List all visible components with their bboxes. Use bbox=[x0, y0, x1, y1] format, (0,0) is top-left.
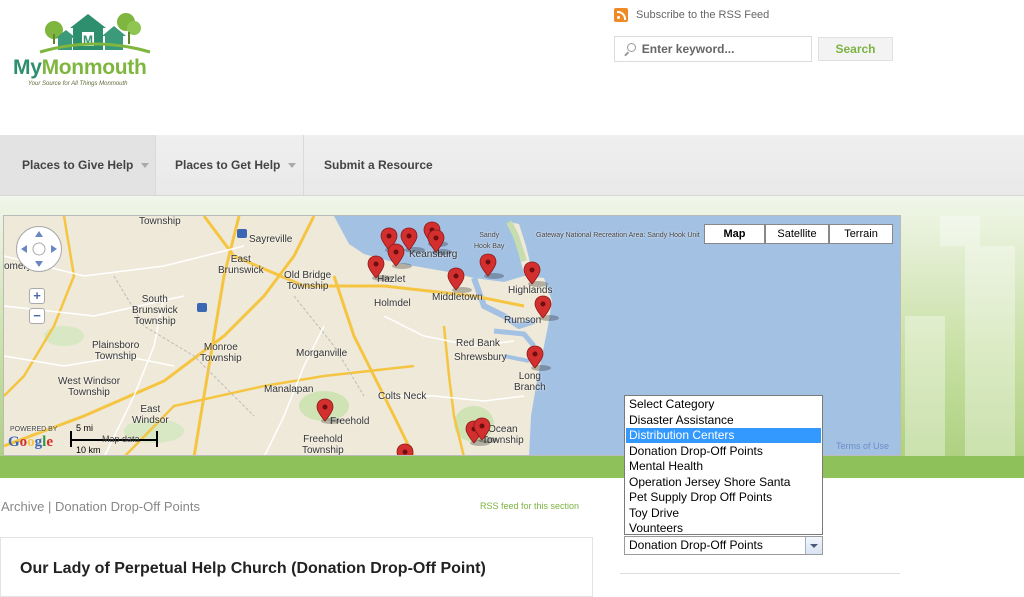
category-option-operation-jersey-shore-santa[interactable]: Operation Jersey Shore Santa bbox=[626, 475, 821, 490]
rss-icon bbox=[614, 8, 628, 22]
category-option-distribution-centers[interactable]: Distribution Centers bbox=[626, 428, 821, 444]
map-label: Keansburg bbox=[409, 249, 458, 260]
map-label: Highlands bbox=[508, 285, 553, 296]
nav-label: Places to Give Help bbox=[22, 158, 134, 172]
map-label: Middletown bbox=[432, 292, 483, 303]
google-logo: Google bbox=[8, 434, 54, 450]
map-terms-link[interactable]: Terms of Use bbox=[836, 441, 889, 451]
map-label: Ocean Township bbox=[482, 424, 524, 446]
search-input[interactable] bbox=[639, 41, 811, 57]
logo-text-monmouth: Monmouth bbox=[41, 56, 147, 79]
nav-divider bbox=[155, 135, 156, 195]
building-decoration bbox=[905, 316, 945, 456]
main-nav: Places to Give Help Places to Get Help S… bbox=[0, 135, 1024, 196]
category-option-pet-supply-drop-off-points[interactable]: Pet Supply Drop Off Points bbox=[626, 490, 821, 505]
map-label: Monroe Township bbox=[200, 342, 242, 364]
archive-section-name: Donation Drop-Off Points bbox=[54, 499, 200, 514]
nav-label: Submit a Resource bbox=[324, 158, 433, 172]
map-scale-km: 10 km bbox=[76, 445, 101, 455]
nav-label: Places to Get Help bbox=[175, 158, 281, 172]
category-option-disaster-assistance[interactable]: Disaster Assistance bbox=[626, 413, 821, 428]
category-select-value: Donation Drop-Off Points bbox=[629, 538, 763, 552]
map-scale-miles: 5 mi bbox=[76, 423, 94, 433]
hero-footer-bar bbox=[0, 456, 1024, 478]
map-label: Sayreville bbox=[249, 234, 293, 245]
search-box bbox=[614, 36, 812, 62]
archive-separator: | bbox=[44, 499, 55, 514]
nav-divider bbox=[303, 135, 304, 195]
map-label: Freehold bbox=[330, 416, 370, 427]
nav-places-to-get-help[interactable]: Places to Get Help bbox=[175, 135, 297, 195]
map-park-label: Gateway National Recreation Area: Sandy … bbox=[536, 232, 700, 239]
map-label: Rumson bbox=[504, 315, 542, 326]
map-type-satellite-button[interactable]: Satellite bbox=[765, 224, 829, 244]
map-type-terrain-button[interactable]: Terrain bbox=[829, 224, 893, 244]
logo-wordmark: MyMonmouth bbox=[13, 56, 147, 80]
map-label: Morganville bbox=[296, 348, 348, 359]
map-type-map-button[interactable]: Map bbox=[704, 224, 765, 244]
map-pan-control[interactable] bbox=[16, 226, 62, 272]
archive-heading: Archive | Donation Drop-Off Points bbox=[1, 499, 200, 514]
sidebar-divider bbox=[620, 573, 900, 574]
map-label: Manalapan bbox=[264, 384, 314, 395]
search-button[interactable]: Search bbox=[818, 37, 893, 61]
map-label: Hazlet bbox=[377, 274, 406, 285]
archive-prefix: Archive bbox=[1, 499, 45, 514]
category-select[interactable]: Donation Drop-Off Points bbox=[624, 536, 823, 555]
logo-tagline: Your Source for All Things Monmouth bbox=[28, 81, 128, 87]
map-label: Red Bank bbox=[456, 338, 500, 349]
map-label: Plainsboro Township bbox=[92, 340, 140, 362]
map-label: Shrewsbury bbox=[454, 352, 507, 363]
map-label: Township bbox=[139, 216, 181, 227]
pan-arrows-icon bbox=[21, 231, 57, 267]
category-option-toy-drive[interactable]: Toy Drive bbox=[626, 506, 821, 521]
chevron-down-icon bbox=[141, 163, 150, 169]
map-label: East Brunswick bbox=[218, 254, 264, 276]
category-option-select-category[interactable]: Select Category bbox=[626, 397, 821, 412]
building-decoration bbox=[965, 246, 1015, 456]
search-icon bbox=[623, 42, 636, 56]
logo-text-my: My bbox=[13, 56, 42, 79]
map-label: Freehold Township bbox=[302, 434, 344, 456]
map-label: South Brunswick Township bbox=[132, 294, 178, 327]
map-label: Colts Neck bbox=[378, 391, 427, 402]
map-label: East Windsor bbox=[132, 404, 169, 426]
building-decoration bbox=[940, 216, 980, 246]
section-rss-link[interactable]: RSS feed for this section bbox=[480, 501, 579, 511]
map-label: Sandy Hook Bay bbox=[474, 232, 505, 250]
category-option-vounteers[interactable]: Vounteers bbox=[626, 521, 821, 536]
category-dropdown-list: Select Category Disaster Assistance Dist… bbox=[624, 395, 823, 535]
nav-submit-a-resource[interactable]: Submit a Resource bbox=[324, 135, 433, 195]
map-label: Long Branch bbox=[514, 371, 546, 393]
map-label: Old Bridge Township bbox=[284, 270, 332, 292]
map-label: Holmdel bbox=[374, 298, 411, 309]
zoom-out-button[interactable]: − bbox=[29, 308, 45, 324]
site-header: M MyMonmouth Your Source for All Things … bbox=[0, 0, 1024, 135]
post-title[interactable]: Our Lady of Perpetual Help Church (Donat… bbox=[20, 560, 486, 578]
category-option-donation-drop-off-points[interactable]: Donation Drop-Off Points bbox=[626, 444, 821, 459]
chevron-down-icon[interactable] bbox=[805, 537, 822, 554]
chevron-down-icon bbox=[288, 163, 297, 169]
zoom-in-button[interactable]: + bbox=[29, 288, 45, 304]
rss-subscribe-label: Subscribe to the RSS Feed bbox=[636, 9, 770, 21]
category-option-mental-health[interactable]: Mental Health bbox=[626, 459, 821, 474]
nav-places-to-give-help[interactable]: Places to Give Help bbox=[22, 135, 150, 195]
map-data-credit: Map data bbox=[102, 434, 140, 444]
rss-subscribe-link[interactable]: Subscribe to the RSS Feed bbox=[614, 8, 769, 22]
map-label: West Windsor Township bbox=[58, 376, 121, 398]
